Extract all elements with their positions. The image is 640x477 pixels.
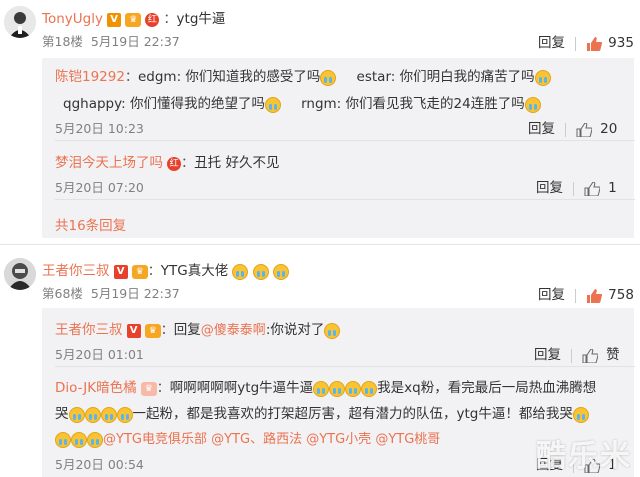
verified-icon: V bbox=[107, 12, 122, 27]
reply-row-cont: @YTG电竞俱乐部 @YTG、路西法 @YTG小壳 @YTG桃哥 bbox=[55, 428, 440, 448]
like-icon[interactable] bbox=[582, 347, 599, 363]
cry-emoji-icon bbox=[68, 406, 85, 423]
reply-user[interactable]: Dio-JK暗色橘 bbox=[55, 380, 137, 396]
cry-emoji-icon bbox=[264, 96, 281, 113]
reply-actions: 回复 1 bbox=[536, 176, 617, 196]
verified-icon: V bbox=[113, 264, 128, 279]
reply-user[interactable]: 陈铠19292 bbox=[55, 69, 125, 85]
avatar[interactable] bbox=[4, 258, 36, 290]
mention-link[interactable]: @YTG、路西法 bbox=[211, 432, 302, 447]
like-count: 758 bbox=[608, 287, 634, 303]
mention-link[interactable]: @YTG小壳 bbox=[306, 432, 371, 447]
reply-button[interactable]: 回复 bbox=[534, 347, 561, 363]
reply-user[interactable]: 梦泪今天上场了吗 bbox=[55, 155, 163, 171]
like-icon[interactable] bbox=[584, 180, 601, 196]
verified-icon: V bbox=[126, 323, 141, 338]
reply-time: 5月20日 07:20 bbox=[55, 180, 144, 195]
cry-emoji-icon bbox=[232, 263, 249, 280]
cry-emoji-icon bbox=[329, 380, 346, 397]
reply-button[interactable]: 回复 bbox=[538, 287, 565, 303]
level-badge-icon: 红 bbox=[145, 12, 160, 27]
reply-row: 陈铠19292：edgm: 你们知道我的感受了吗 estar: 你们明白我的痛苦… bbox=[55, 65, 551, 86]
comment-text: ytg牛逼 bbox=[176, 11, 226, 27]
cry-emoji-icon bbox=[87, 431, 103, 448]
comment-meta: 第18楼 5月19日 22:37 bbox=[42, 34, 180, 49]
reply-button[interactable]: 回复 bbox=[538, 35, 565, 51]
reply-actions: 回复 赞 bbox=[534, 343, 620, 363]
cry-emoji-icon bbox=[84, 406, 101, 423]
reply-time: 5月20日 00:54 bbox=[55, 457, 144, 472]
like-icon[interactable] bbox=[586, 36, 603, 51]
comment-user[interactable]: 王者你三叔 bbox=[42, 263, 110, 279]
comment-meta: 第68楼 5月19日 22:37 bbox=[42, 286, 180, 301]
comment-actions: 回复 758 bbox=[538, 283, 634, 303]
reply-button[interactable]: 回复 bbox=[536, 180, 563, 196]
mention-link[interactable]: @傻泰泰啊 bbox=[201, 323, 266, 338]
cry-emoji-icon bbox=[100, 406, 117, 423]
more-replies-link[interactable]: 共16条回复 bbox=[55, 214, 126, 234]
divider bbox=[55, 366, 635, 367]
watermark: 酷乐米 bbox=[536, 439, 632, 474]
cry-emoji-icon bbox=[272, 263, 289, 280]
comment-header: 王者你三叔 V ♛ ：YTG真大佬 bbox=[42, 259, 289, 280]
like-count: 赞 bbox=[606, 347, 620, 363]
divider bbox=[55, 199, 635, 200]
cry-emoji-icon bbox=[320, 69, 337, 86]
mention-link[interactable]: @YTG电竞俱乐部 bbox=[103, 432, 207, 447]
fan-badge-icon: ♛ bbox=[131, 264, 148, 279]
cry-emoji-icon bbox=[345, 380, 362, 397]
like-count: 935 bbox=[608, 35, 634, 51]
reply-time: 5月20日 10:23 bbox=[55, 121, 144, 136]
reply-row-cont: 哭一起粉，都是我喜欢的打架超厉害，超有潜力的队伍，ytg牛逼！都给我哭 bbox=[55, 402, 589, 423]
reply-actions: 回复 20 bbox=[528, 117, 617, 137]
cry-emoji-icon bbox=[116, 406, 133, 423]
cry-emoji-icon bbox=[324, 322, 341, 339]
like-icon[interactable] bbox=[586, 288, 603, 303]
like-icon[interactable] bbox=[576, 121, 593, 137]
comment-text: YTG真大佬 bbox=[160, 263, 229, 279]
divider bbox=[0, 244, 640, 245]
comment-header: TonyUgly V ♛ 红 ：ytg牛逼 bbox=[42, 11, 226, 27]
avatar[interactable] bbox=[4, 6, 36, 38]
reply-button[interactable]: 回复 bbox=[528, 121, 555, 137]
fan-badge-icon: ♛ bbox=[140, 381, 157, 396]
like-count: 1 bbox=[608, 180, 617, 196]
reply-row: Dio-JK暗色橘 ♛ ：啊啊啊啊啊ytg牛逼牛逼 我是xq粉，看完最后一局热血沸腾… bbox=[55, 380, 597, 397]
cry-emoji-icon bbox=[534, 69, 551, 86]
comment-user[interactable]: TonyUgly bbox=[42, 11, 103, 27]
comment-actions: 回复 935 bbox=[538, 31, 634, 51]
fan-badge-icon: ♛ bbox=[125, 12, 142, 27]
cry-emoji-icon bbox=[524, 96, 541, 113]
cry-emoji-icon bbox=[71, 431, 87, 448]
fan-badge-icon: ♛ bbox=[144, 323, 161, 338]
cry-emoji-icon bbox=[55, 431, 71, 448]
cry-emoji-icon bbox=[252, 263, 269, 280]
divider bbox=[55, 140, 635, 141]
reply-row: 梦泪今天上场了吗 红：丑托 好久不见 bbox=[55, 155, 280, 171]
level-badge-icon: 红 bbox=[167, 156, 182, 171]
cry-emoji-icon bbox=[313, 380, 330, 397]
reply-row: 王者你三叔 V ♛ ：回复@傻泰泰啊:你说对了 bbox=[55, 318, 341, 339]
like-count: 20 bbox=[600, 121, 618, 137]
cry-emoji-icon bbox=[361, 380, 378, 397]
reply-row-cont: qghappy: 你们懂得我的绝望了吗 rngm: 你们看见我飞走的24连胜了吗 bbox=[63, 92, 541, 113]
reply-user[interactable]: 王者你三叔 bbox=[55, 322, 123, 338]
cry-emoji-icon bbox=[572, 406, 589, 423]
mention-link[interactable]: @YTG桃哥 bbox=[375, 432, 440, 447]
reply-time: 5月20日 01:01 bbox=[55, 347, 144, 362]
